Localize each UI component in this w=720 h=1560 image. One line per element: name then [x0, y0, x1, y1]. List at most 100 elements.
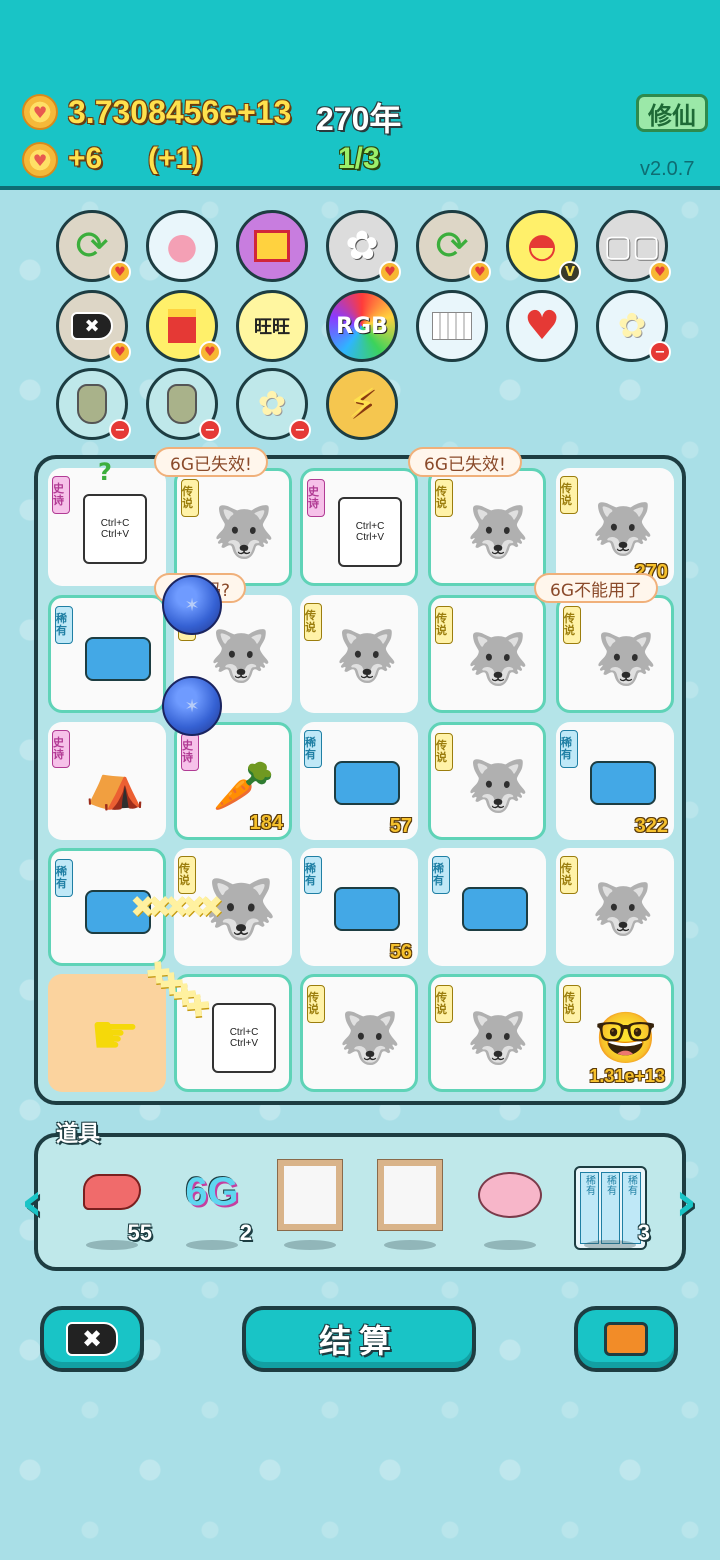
- board-cell-copy-paste[interactable]: 史诗 Ctrl+C Ctrl+V: [300, 468, 418, 586]
- item-liver[interactable]: 55: [72, 1160, 152, 1250]
- cell-value: 1.31e+13: [589, 1066, 665, 1086]
- fries-buff[interactable]: ♥: [146, 290, 221, 363]
- item-shadow: [284, 1240, 336, 1250]
- potted-flower-icon: ✿: [617, 306, 647, 346]
- rare-tag: 稀有: [304, 730, 322, 768]
- legend-tag: 传说: [435, 985, 453, 1023]
- remove-button[interactable]: ✖: [40, 1306, 144, 1372]
- item-picture-frame[interactable]: [270, 1160, 350, 1250]
- board-cell-husky-king[interactable]: 传说 🐺: [174, 468, 292, 586]
- epic-tag: 史诗: [181, 733, 199, 771]
- copy-label: Ctrl+C: [229, 1027, 259, 1038]
- settle-label: 结算: [318, 1322, 399, 1360]
- gold-coin-icon: ♥: [22, 94, 58, 130]
- liver-icon: [83, 1174, 141, 1210]
- rgb-buff[interactable]: RGB: [326, 290, 398, 362]
- item-picture-frame[interactable]: [370, 1160, 450, 1250]
- piggy-bank-buff[interactable]: ●: [146, 210, 218, 282]
- board-cell-husky-king[interactable]: 传说 🐺: [428, 595, 546, 713]
- heart-badge-icon: ♥: [199, 341, 221, 363]
- paste-label: Ctrl+V: [229, 1038, 259, 1049]
- legend-tag: 传说: [560, 856, 578, 894]
- delete-tag-buff[interactable]: ✖ ♥: [56, 290, 131, 363]
- gift-box-buff[interactable]: [236, 210, 308, 282]
- potted-flower-buff[interactable]: ✿ −: [596, 290, 671, 363]
- legend-tag: 传说: [307, 985, 325, 1023]
- backpack-button[interactable]: [574, 1306, 678, 1372]
- husky-king-icon: 🐺: [466, 756, 530, 815]
- board-cell-husky-king[interactable]: 传说 🐺: [556, 848, 674, 966]
- skirt-buff[interactable]: [416, 290, 488, 362]
- legend-tag: 传说: [178, 856, 196, 894]
- piggy-bank-icon: [478, 1172, 542, 1218]
- bunny-buff[interactable]: ✿ ♥: [326, 210, 401, 283]
- husky-king-icon: 🐺: [466, 629, 530, 688]
- blueberry-icon: ✶: [162, 676, 222, 736]
- item-count: 2: [239, 1220, 252, 1245]
- fruit-bowl-icon: ◓: [527, 226, 557, 266]
- fruit-bowl-buff[interactable]: ◓ V: [506, 210, 581, 283]
- board-cell-husky-king[interactable]: 传说 🐺: [428, 974, 546, 1092]
- items-next-arrow-icon[interactable]: ›: [666, 1168, 706, 1234]
- item-rare-capsules[interactable]: 稀有 稀有 稀有 3: [570, 1160, 650, 1250]
- board-cell-husky-king[interactable]: 传说 🐺: [300, 974, 418, 1092]
- 6g-icon: 6G: [185, 1170, 239, 1214]
- printer-icon: [450, 864, 540, 954]
- board-cell-pointing-hand[interactable]: ☛: [48, 974, 166, 1092]
- legend-tag: 传说: [181, 479, 199, 517]
- minus-badge-icon: −: [199, 419, 221, 441]
- item-count: 3: [637, 1220, 650, 1245]
- pointing-hand-icon: ☛: [89, 1002, 141, 1068]
- board-cell-printer[interactable]: 稀有 322: [556, 722, 674, 840]
- money-bag-buff[interactable]: −: [146, 368, 221, 441]
- lightning-buff[interactable]: ⚡: [326, 368, 398, 440]
- item-count: 55: [127, 1220, 152, 1245]
- husky-king-icon: 🐺: [212, 502, 276, 561]
- items-prev-arrow-icon[interactable]: ‹: [12, 1168, 52, 1234]
- lightning-icon: ⚡: [347, 381, 377, 427]
- minus-badge-icon: −: [109, 419, 131, 441]
- income-amount: +6: [68, 142, 103, 175]
- items-title: 道具: [56, 1122, 101, 1147]
- bunny-icon: ✿: [345, 223, 379, 269]
- board-cell-glasses-man[interactable]: 传说 🤓 1.31e+13: [556, 974, 674, 1092]
- board-cell-husky-king[interactable]: 传说 🐺: [428, 468, 546, 586]
- board-cell-husky-king[interactable]: 传说 🐺 270: [556, 468, 674, 586]
- version-label: v2.0.7: [640, 158, 695, 180]
- board-cell-printer[interactable]: 稀有 56: [300, 848, 418, 966]
- copy-paste-icon: Ctrl+C Ctrl+V: [325, 487, 415, 577]
- board-cell-carrot[interactable]: 史诗 🥕 184: [174, 722, 292, 840]
- board-cell-husky-king[interactable]: 传说 🐺: [428, 722, 546, 840]
- potted-flower-buff[interactable]: ✿ −: [236, 368, 311, 441]
- board-cell-printer[interactable]: 稀有: [428, 848, 546, 966]
- refresh-buff[interactable]: ⟳ ♥: [56, 210, 131, 283]
- copy-label: Ctrl+C: [100, 518, 130, 529]
- settle-button[interactable]: 结算: [242, 1306, 476, 1372]
- board-cell-printer[interactable]: 稀有 57: [300, 722, 418, 840]
- heart-fan-buff[interactable]: ♥: [506, 290, 578, 362]
- item-piggy-bank[interactable]: [470, 1160, 550, 1250]
- wang-buff[interactable]: 旺旺: [236, 290, 308, 362]
- heart-badge-icon: ♥: [379, 261, 401, 283]
- piggy-bank-icon: ●: [166, 225, 198, 267]
- husky-king-icon: 🐺: [591, 879, 655, 938]
- rgb-icon: RGB: [336, 313, 388, 339]
- sugar-cubes-buff[interactable]: ▢▢ ♥: [596, 210, 671, 283]
- husky-king-icon: 🐺: [466, 502, 530, 561]
- refresh-buff[interactable]: ⟳ ♥: [416, 210, 491, 283]
- rare-tag: 稀有: [432, 856, 450, 894]
- cell-value: 57: [389, 815, 412, 837]
- board-cell-copy-paste[interactable]: 史诗 Ctrl+C Ctrl+V ?: [48, 458, 166, 586]
- xiuxian-button[interactable]: 修仙: [636, 94, 708, 132]
- board-cell-rabbit-hut[interactable]: 史诗 ⛺: [48, 722, 166, 840]
- money-bag-icon: [77, 384, 107, 424]
- board-cell-husky-king[interactable]: 传说 🐺: [300, 595, 418, 713]
- money-bag-buff[interactable]: −: [56, 368, 131, 441]
- heart-badge-icon: ♥: [649, 261, 671, 283]
- board-cell-printer[interactable]: 稀有: [48, 595, 166, 713]
- copy-paste-icon: Ctrl+C Ctrl+V: [199, 993, 289, 1083]
- item-6g[interactable]: 6G 2: [172, 1160, 252, 1250]
- legend-tag: 传说: [563, 985, 581, 1023]
- picture-frame-icon: [278, 1160, 342, 1230]
- board-cell-husky-king[interactable]: 传说 🐺: [556, 595, 674, 713]
